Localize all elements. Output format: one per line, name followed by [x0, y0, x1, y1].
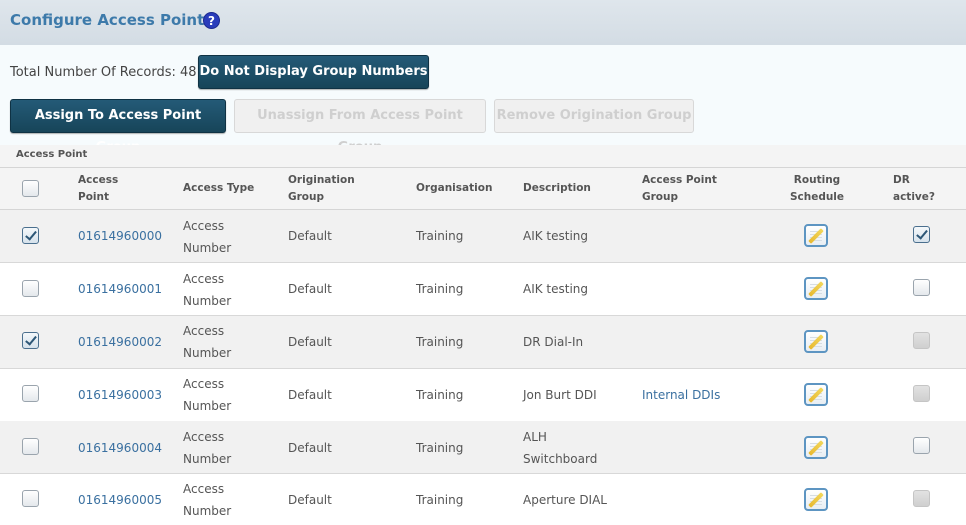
dr-active-checkbox[interactable]	[913, 279, 930, 296]
col-organisation[interactable]: Organisation	[416, 180, 492, 197]
row-select-checkbox[interactable]	[22, 490, 39, 507]
description-cell: Aperture DIAL	[523, 493, 607, 507]
row-select-checkbox[interactable]	[22, 385, 39, 402]
edit-schedule-icon[interactable]	[804, 330, 828, 353]
edit-schedule-icon[interactable]	[804, 383, 828, 406]
access-type-cell: Access Number	[183, 430, 232, 466]
dr-active-checkbox[interactable]	[913, 226, 930, 243]
origination-group-cell: Default	[288, 493, 332, 507]
origination-group-cell: Default	[288, 388, 332, 402]
col-description[interactable]: Description	[523, 180, 591, 197]
access-type-cell: Access Number	[183, 482, 232, 518]
origination-group-cell: Default	[288, 229, 332, 243]
access-point-link[interactable]: 01614960000	[78, 229, 162, 243]
dr-active-checkbox	[913, 490, 930, 507]
edit-schedule-icon[interactable]	[804, 224, 828, 247]
access-point-link[interactable]: 01614960001	[78, 282, 162, 296]
row-select-checkbox[interactable]	[22, 227, 39, 244]
row-select-checkbox[interactable]	[22, 332, 39, 349]
col-access-point[interactable]: Access Point	[78, 172, 138, 206]
edit-schedule-icon[interactable]	[804, 488, 828, 511]
access-point-group-link[interactable]: Internal DDIs	[642, 388, 720, 402]
description-cell: ALH Switchboard	[523, 430, 598, 466]
col-dr-active: DR active?	[893, 174, 935, 203]
access-point-link[interactable]: 01614960002	[78, 335, 162, 349]
col-access-type[interactable]: Access Type	[183, 180, 254, 197]
row-select-checkbox[interactable]	[22, 438, 39, 455]
description-cell: DR Dial-In	[523, 335, 584, 349]
unassign-group-button: Unassign From Access Point Group	[234, 99, 486, 155]
organisation-cell: Training	[416, 335, 464, 349]
dr-active-checkbox[interactable]	[913, 437, 930, 454]
origination-group-cell: Default	[288, 441, 332, 455]
remove-origination-button: Remove Origination Group	[494, 99, 694, 133]
origination-group-cell: Default	[288, 282, 332, 296]
help-icon[interactable]: ?	[203, 12, 220, 29]
select-all-checkbox[interactable]	[22, 180, 39, 197]
toggle-group-numbers-button[interactable]: Do Not Display Group Numbers	[198, 55, 429, 89]
col-access-point-group[interactable]: Access Point Group	[642, 172, 737, 206]
edit-schedule-icon[interactable]	[804, 277, 828, 300]
access-point-link[interactable]: 01614960005	[78, 493, 162, 507]
table-section-label: Access Point	[16, 149, 88, 160]
col-routing-schedule: Routing Schedule	[789, 174, 845, 203]
organisation-cell: Training	[416, 441, 464, 455]
description-cell: Jon Burt DDI	[523, 388, 597, 402]
access-type-cell: Access Number	[183, 219, 232, 255]
records-count: Total Number Of Records: 48	[10, 65, 197, 80]
description-cell: AIK testing	[523, 282, 589, 296]
access-point-link[interactable]: 01614960004	[78, 441, 162, 455]
access-point-link[interactable]: 01614960003	[78, 388, 162, 402]
row-select-checkbox[interactable]	[22, 280, 39, 297]
dr-active-checkbox	[913, 385, 930, 402]
description-cell: AIK testing	[523, 229, 589, 243]
organisation-cell: Training	[416, 388, 464, 402]
access-type-cell: Access Number	[183, 377, 232, 413]
organisation-cell: Training	[416, 229, 464, 243]
dr-active-checkbox	[913, 332, 930, 349]
organisation-cell: Training	[416, 282, 464, 296]
edit-schedule-icon[interactable]	[804, 436, 828, 459]
organisation-cell: Training	[416, 493, 464, 507]
access-type-cell: Access Number	[183, 324, 232, 360]
assign-group-button[interactable]: Assign To Access Point Group	[10, 99, 226, 155]
page-title: Configure Access Points	[10, 11, 214, 29]
origination-group-cell: Default	[288, 335, 332, 349]
col-origination-group[interactable]: Origination Group	[288, 172, 368, 206]
access-type-cell: Access Number	[183, 272, 232, 308]
